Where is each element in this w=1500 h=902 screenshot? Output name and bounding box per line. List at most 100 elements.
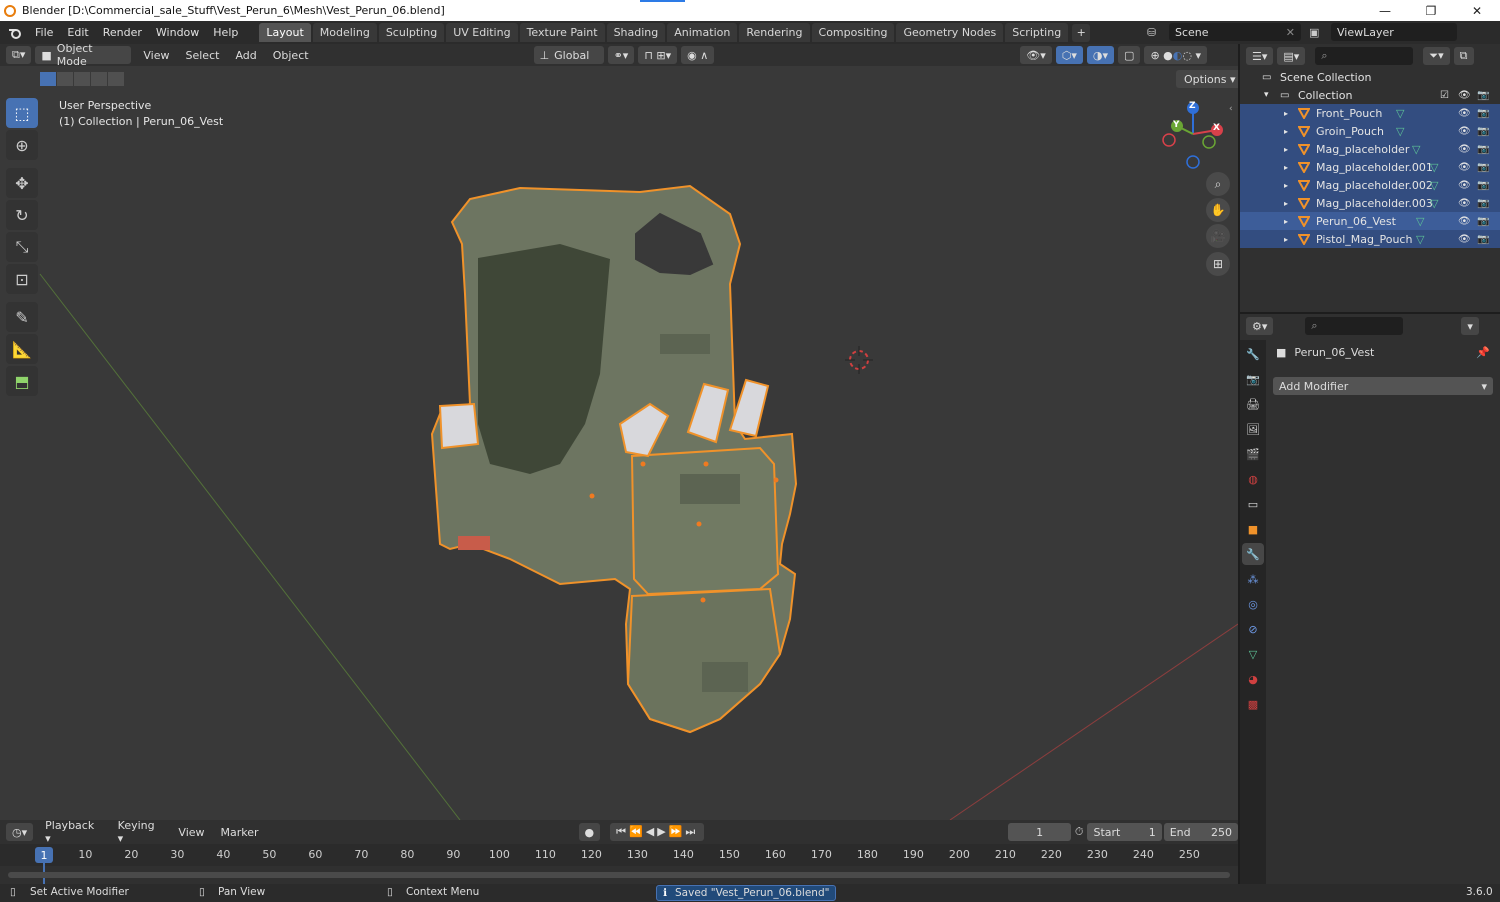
- mesh-data-icon[interactable]: ▽: [1430, 161, 1438, 174]
- mesh-data-icon[interactable]: ▽: [1396, 107, 1404, 120]
- measure-tool-icon[interactable]: 📐: [6, 334, 38, 364]
- xray-toggle[interactable]: ▢: [1118, 46, 1141, 64]
- blender-menu-icon[interactable]: [0, 21, 28, 44]
- tab-uv-editing[interactable]: UV Editing: [446, 23, 518, 42]
- render-camera-icon[interactable]: 📷: [1477, 162, 1489, 173]
- particles-tab-icon[interactable]: ⁂: [1242, 568, 1264, 590]
- data-tab-icon[interactable]: ▽: [1242, 643, 1264, 665]
- tab-compositing[interactable]: Compositing: [811, 23, 895, 42]
- outliner-filter-icon[interactable]: ⏷▾: [1423, 47, 1450, 65]
- camera-view-icon[interactable]: 🎥: [1206, 224, 1230, 248]
- expand-arrow-icon[interactable]: ▸: [1284, 109, 1288, 118]
- view-layer-field[interactable]: ViewLayer: [1331, 23, 1457, 41]
- menu-render[interactable]: Render: [96, 21, 149, 44]
- object-mode-dropdown[interactable]: ■ Object Mode: [35, 44, 132, 68]
- menu-file[interactable]: File: [28, 21, 60, 44]
- timeline-menu-marker[interactable]: Marker: [213, 826, 267, 839]
- render-camera-icon[interactable]: 📷: [1477, 144, 1489, 155]
- visibility-eye-icon[interactable]: 👁: [1458, 162, 1471, 173]
- output-tab-icon[interactable]: 🖨: [1242, 393, 1264, 415]
- tab-shading[interactable]: Shading: [606, 23, 666, 42]
- outliner-item[interactable]: ▸ Mag_placeholder ▽ 👁 📷: [1240, 140, 1500, 158]
- physics-tab-icon[interactable]: ◎: [1242, 593, 1264, 615]
- expand-arrow-icon[interactable]: ▸: [1284, 235, 1288, 244]
- restore-button[interactable]: ❐: [1408, 0, 1454, 21]
- outliner-item[interactable]: ▸ Pistol_Mag_Pouch ▽ 👁 📷: [1240, 230, 1500, 248]
- perspective-grid-icon[interactable]: ⊞: [1206, 252, 1230, 276]
- rotate-tool-icon[interactable]: ↻: [6, 200, 38, 230]
- collection-eye-icon[interactable]: 👁: [1458, 90, 1471, 101]
- proportional-edit-toggle[interactable]: ◉ ∧: [681, 46, 715, 64]
- render-camera-icon[interactable]: 📷: [1477, 234, 1489, 245]
- visibility-eye-icon[interactable]: 👁: [1458, 180, 1471, 191]
- minimize-button[interactable]: —: [1362, 0, 1408, 21]
- expand-arrow-icon[interactable]: ▸: [1284, 181, 1288, 190]
- pivot-point-dropdown[interactable]: ⚭▾: [607, 46, 635, 64]
- editor-type-button[interactable]: ⧉▾: [6, 46, 32, 64]
- add-cube-tool-icon[interactable]: ⬒: [6, 366, 38, 396]
- expand-arrow-icon[interactable]: ▸: [1284, 199, 1288, 208]
- scene-pin-icon[interactable]: ✕: [1286, 26, 1295, 39]
- tab-rendering[interactable]: Rendering: [739, 23, 810, 42]
- properties-search-input[interactable]: ⌕: [1305, 317, 1404, 335]
- collection-camera-icon[interactable]: 📷: [1477, 90, 1489, 101]
- options-dropdown[interactable]: Options ▾: [1176, 70, 1238, 88]
- menu-window[interactable]: Window: [149, 21, 206, 44]
- zoom-icon[interactable]: ⌕: [1206, 172, 1230, 196]
- mesh-data-icon[interactable]: ▽: [1416, 215, 1424, 228]
- shading-modes[interactable]: ⊕ ● ◐ ◌ ▾: [1144, 46, 1207, 64]
- transform-orientation-dropdown[interactable]: ⊥ Global: [533, 46, 604, 64]
- end-frame-field[interactable]: End 250: [1163, 823, 1238, 841]
- sidebar-toggle-icon[interactable]: ‹: [1229, 104, 1233, 114]
- collection-tab-icon[interactable]: ▭: [1242, 493, 1264, 515]
- tab-texture-paint[interactable]: Texture Paint: [519, 23, 605, 42]
- collection-checkbox[interactable]: ☑: [1440, 90, 1449, 101]
- gizmo-toggle[interactable]: ⬡▾: [1055, 46, 1083, 64]
- gizmo-axis-z[interactable]: Z: [1189, 101, 1196, 111]
- object-tab-icon[interactable]: ■: [1242, 518, 1264, 540]
- material-tab-icon[interactable]: ◕: [1242, 668, 1264, 690]
- select-subtract-icon[interactable]: [74, 72, 90, 86]
- snap-toggle[interactable]: ⊓ ⊞▾: [638, 46, 678, 64]
- visibility-eye-icon[interactable]: 👁: [1458, 234, 1471, 245]
- menu-help[interactable]: Help: [206, 21, 245, 44]
- tab-scripting[interactable]: Scripting: [1005, 23, 1069, 42]
- tab-modeling[interactable]: Modeling: [312, 23, 377, 42]
- timeline-menu-view[interactable]: View: [170, 826, 212, 839]
- pan-hand-icon[interactable]: ✋: [1206, 198, 1230, 222]
- move-tool-icon[interactable]: ✥: [6, 168, 38, 198]
- world-tab-icon[interactable]: ◍: [1242, 468, 1264, 490]
- 3d-viewport[interactable]: Z X Y ⧉▾ ■ Object Mode View Select Add O…: [0, 44, 1238, 820]
- visibility-dropdown[interactable]: 👁▾: [1020, 46, 1052, 64]
- timeline-menu-playback[interactable]: Playback ▾: [37, 819, 110, 845]
- outliner-item[interactable]: ▸ Mag_placeholder.002 ▽ 👁 📷: [1240, 176, 1500, 194]
- collection-expand-icon[interactable]: ▾: [1264, 90, 1269, 100]
- scene-tab-icon[interactable]: 🎬: [1242, 443, 1264, 465]
- record-button[interactable]: ●: [578, 823, 601, 841]
- tab-geometry-nodes[interactable]: Geometry Nodes: [896, 23, 1004, 42]
- viewport-menu-add[interactable]: Add: [227, 49, 264, 62]
- pin-icon[interactable]: 📌: [1476, 346, 1490, 359]
- add-workspace-button[interactable]: +: [1072, 23, 1091, 42]
- mesh-data-icon[interactable]: ▽: [1430, 197, 1438, 210]
- render-camera-icon[interactable]: 📷: [1477, 216, 1489, 227]
- select-extend-icon[interactable]: [57, 72, 73, 86]
- select-intersect-icon[interactable]: [108, 72, 124, 86]
- texture-tab-icon[interactable]: ▩: [1242, 693, 1264, 715]
- outliner-display-mode-icon[interactable]: ▤▾: [1277, 47, 1306, 65]
- mesh-data-icon[interactable]: ▽: [1396, 125, 1404, 138]
- timeline-menu-keying[interactable]: Keying ▾: [110, 819, 171, 845]
- add-modifier-dropdown[interactable]: Add Modifier ▾: [1273, 377, 1493, 395]
- viewport-menu-object[interactable]: Object: [265, 49, 317, 62]
- gizmo-axis-x[interactable]: X: [1213, 123, 1220, 133]
- mesh-data-icon[interactable]: ▽: [1412, 143, 1420, 156]
- visibility-eye-icon[interactable]: 👁: [1458, 216, 1471, 227]
- tool-tab-icon[interactable]: 🔧: [1242, 343, 1264, 365]
- timeline-ruler[interactable]: 1 10 20 30 40 50 60 70 80 90 100 110 120 130 140 150 16…: [0, 844, 1238, 889]
- scene-field[interactable]: Scene ✕: [1169, 23, 1301, 41]
- outliner-item[interactable]: ▸ Perun_06_Vest ▽ 👁 📷: [1240, 212, 1500, 230]
- render-camera-icon[interactable]: 📷: [1477, 126, 1489, 137]
- current-frame-field[interactable]: 1: [1008, 823, 1071, 841]
- render-camera-icon[interactable]: 📷: [1477, 108, 1489, 119]
- transform-tool-icon[interactable]: ⊡: [6, 264, 38, 294]
